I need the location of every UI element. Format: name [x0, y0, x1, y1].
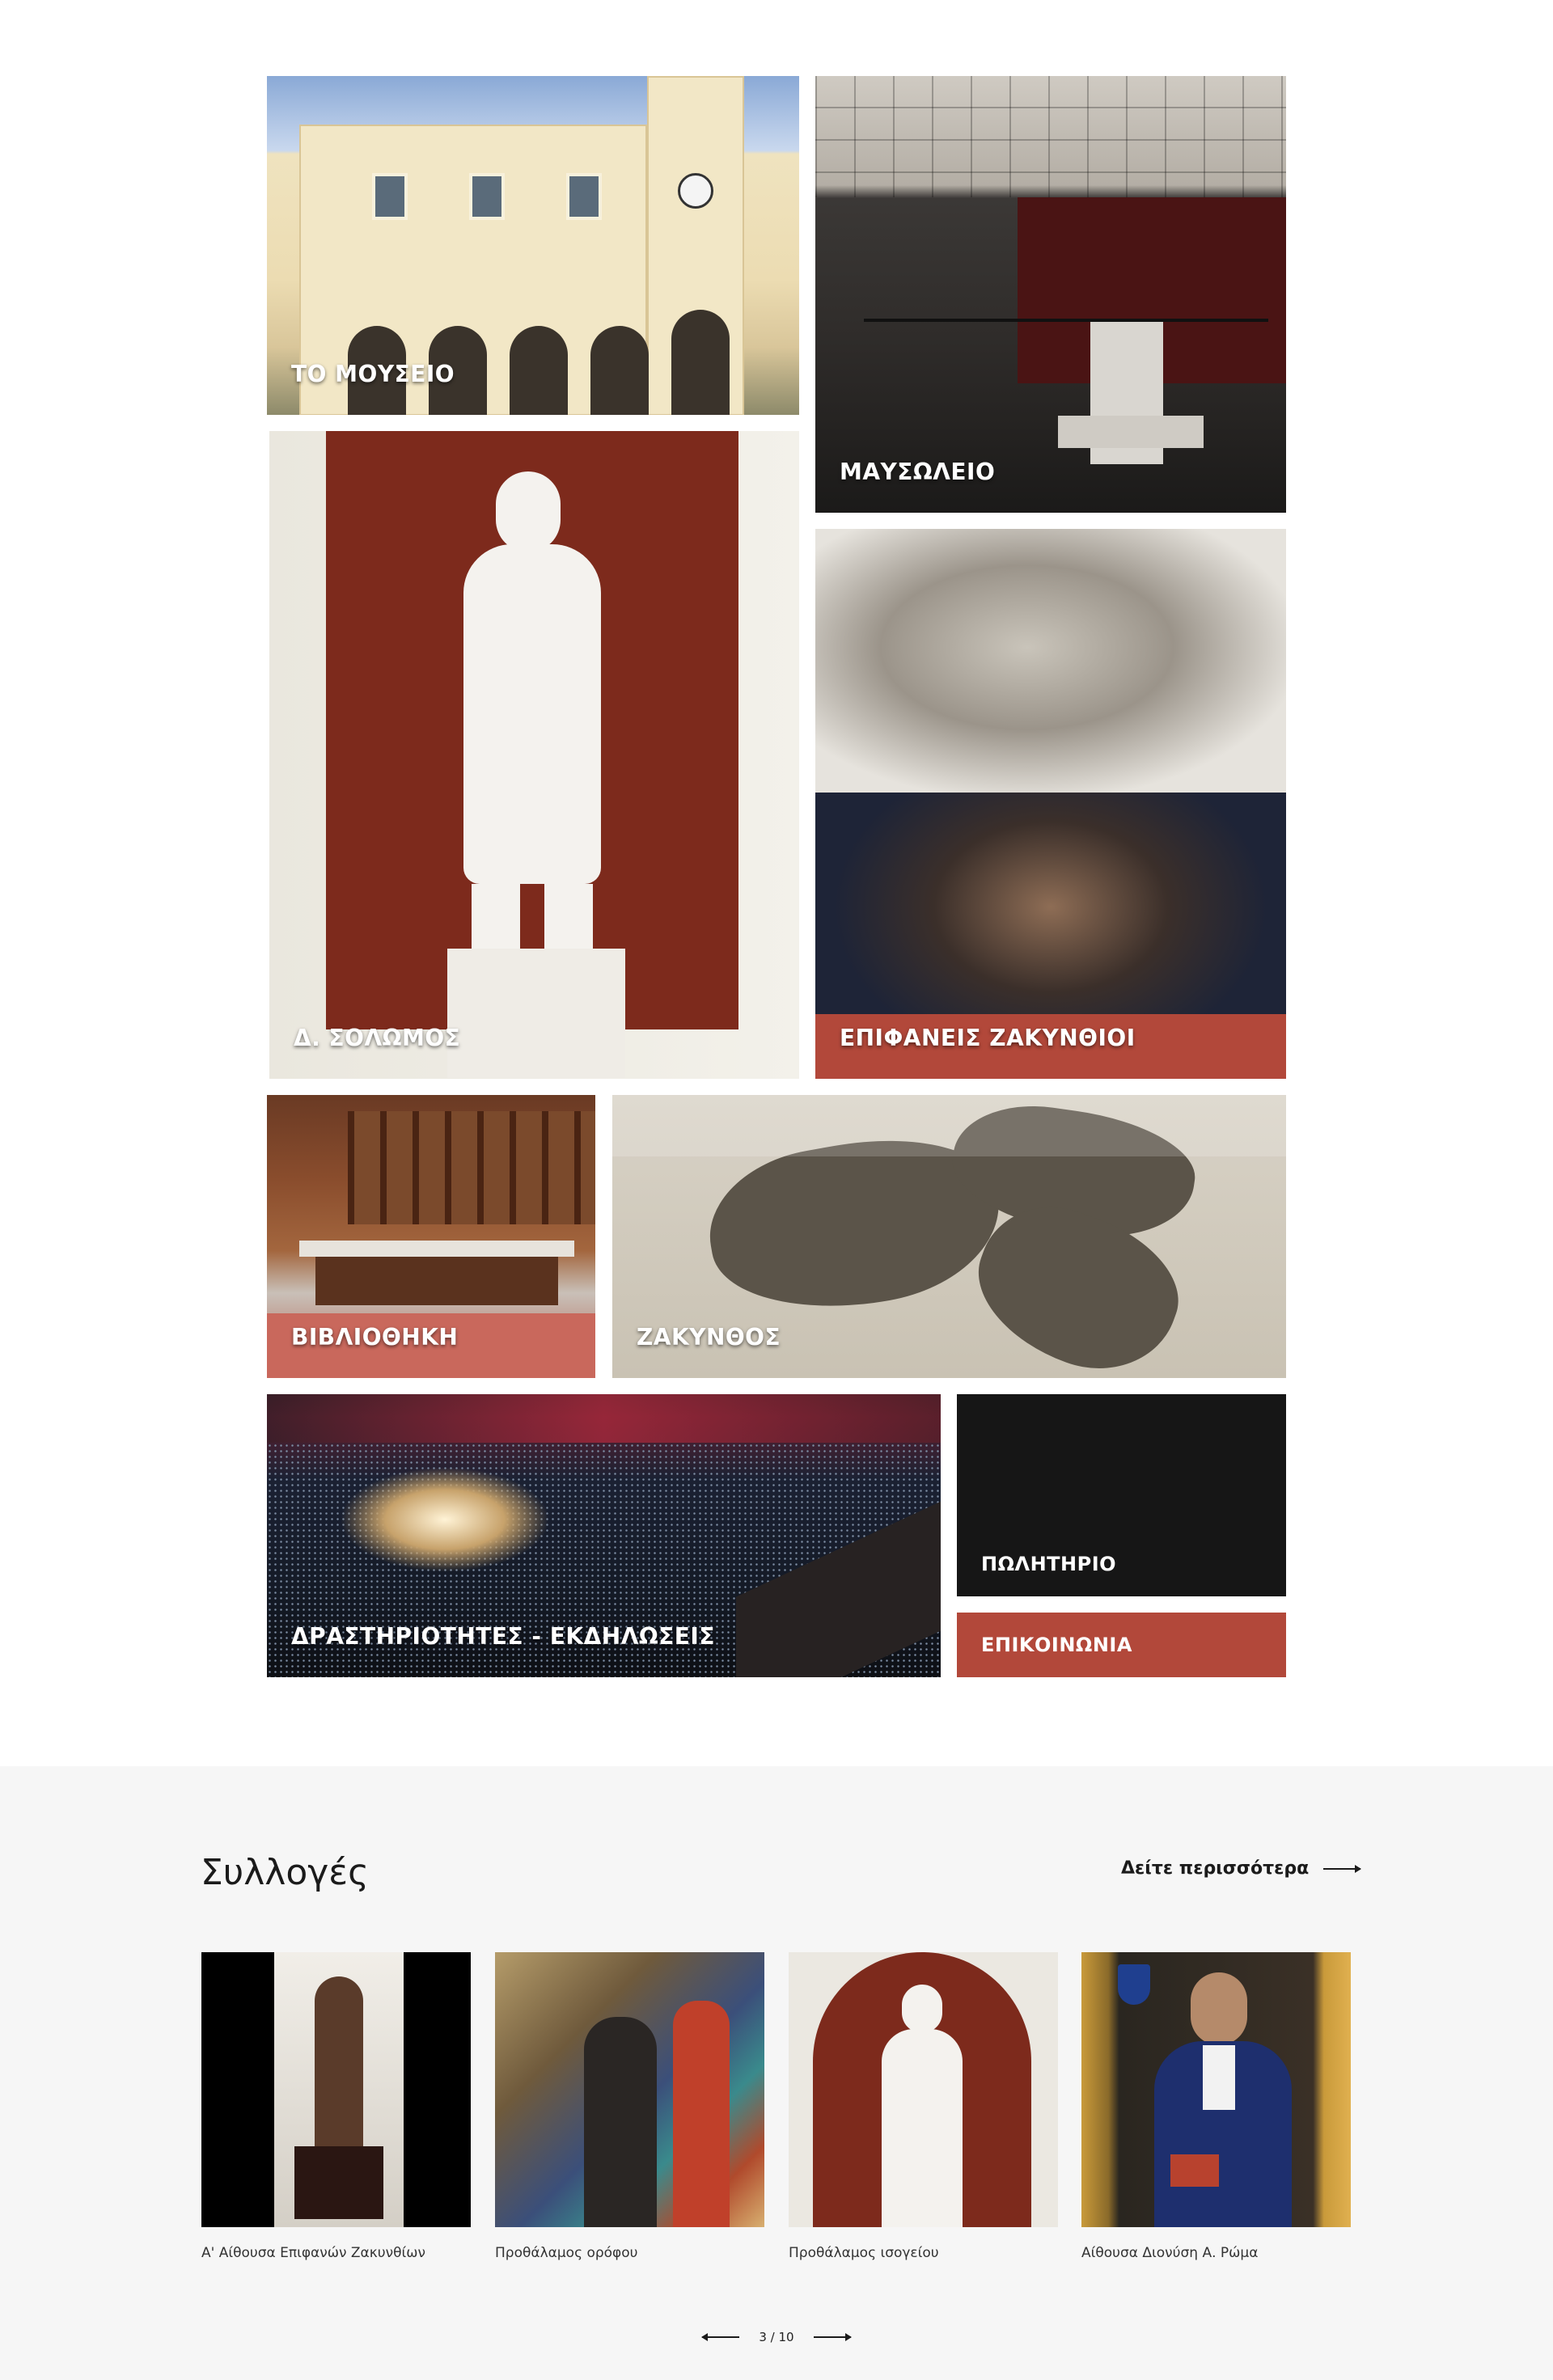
tile-events[interactable]: ΔΡΑΣΤΗΡΙΟΤΗΤΕΣ - ΕΚΔΗΛΩΣΕΙΣ [267, 1394, 941, 1677]
collection-thumb [789, 1952, 1058, 2227]
tile-notable-people-label: ΕΠΙΦΑΝΕΙΣ ΖΑΚΥΝΘΙΟΙ [840, 1025, 1136, 1051]
collection-card[interactable]: Α' Αίθουσα Επιφανών Ζακυνθίων [201, 1952, 471, 2261]
arrow-right-icon [1323, 1864, 1362, 1873]
collections-title: Συλλογές [201, 1852, 369, 1893]
tile-solomos-label: Δ. ΣΟΛΩΜΟΣ [294, 1025, 461, 1051]
tile-museum[interactable]: ΤΟ ΜΟΥΣΕΙΟ [267, 76, 799, 415]
collection-thumb [1081, 1952, 1351, 2227]
see-more-link[interactable]: Δείτε περισσότερα [1121, 1858, 1362, 1879]
solomos-statue-image [269, 431, 799, 1079]
tile-events-label: ΔΡΑΣΤΗΡΙΟΤΗΤΕΣ - ΕΚΔΗΛΩΣΕΙΣ [291, 1623, 715, 1650]
collection-caption: Αίθουσα Διονύση Α. Ρώμα [1081, 2245, 1259, 2261]
mausoleum-image [815, 76, 1286, 513]
collection-card[interactable]: Προθάλαμος ορόφου [495, 1952, 764, 2261]
collections-section: Συλλογές Δείτε περισσότερα Α' Αίθουσα Επ… [0, 1766, 1553, 2380]
collection-card[interactable]: Προθάλαμος ισογείου [789, 1952, 1058, 2261]
tile-mausoleum[interactable]: ΜΑΥΣΩΛΕΙΟ [815, 76, 1286, 513]
collection-caption: Προθάλαμος ισογείου [789, 2245, 939, 2261]
carousel-pager: 3 / 10 [0, 2330, 1553, 2344]
arrow-left-icon[interactable] [701, 2333, 740, 2341]
collection-card[interactable]: Αίθουσα Διονύση Α. Ρώμα [1081, 1952, 1351, 2261]
collection-caption: Προθάλαμος ορόφου [495, 2245, 638, 2261]
tile-notable-people[interactable]: ΕΠΙΦΑΝΕΙΣ ΖΑΚΥΝΘΙΟΙ [815, 529, 1286, 1079]
tile-mausoleum-label: ΜΑΥΣΩΛΕΙΟ [840, 459, 996, 485]
portrait-man-image [815, 529, 1286, 793]
tile-shop-label: ΠΩΛΗΤΗΡΙΟ [981, 1553, 1117, 1575]
tile-contact-label: ΕΠΙΚΟΙΝΩΝΙΑ [981, 1634, 1132, 1656]
collection-caption: Α' Αίθουσα Επιφανών Ζακυνθίων [201, 2245, 425, 2261]
tile-library-label: ΒΙΒΛΙΟΘΗΚΗ [291, 1324, 459, 1351]
tile-museum-label: ΤΟ ΜΟΥΣΕΙΟ [291, 361, 455, 387]
tile-shop[interactable]: ΠΩΛΗΤΗΡΙΟ [957, 1394, 1286, 1596]
arrow-right-icon[interactable] [813, 2333, 852, 2341]
tile-library[interactable]: ΒΙΒΛΙΟΘΗΚΗ [267, 1095, 595, 1378]
pager-count: 3 / 10 [759, 2330, 794, 2344]
collection-thumb [201, 1952, 471, 2227]
see-more-label: Δείτε περισσότερα [1121, 1858, 1310, 1879]
tile-contact[interactable]: ΕΠΙΚΟΙΝΩΝΙΑ [957, 1613, 1286, 1677]
tile-zakynthos-label: ΖΑΚΥΝΘΟΣ [637, 1324, 781, 1351]
tile-solomos[interactable]: Δ. ΣΟΛΩΜΟΣ [269, 431, 799, 1079]
tile-zakynthos[interactable]: ΖΑΚΥΝΘΟΣ [612, 1095, 1286, 1378]
collection-thumb [495, 1952, 764, 2227]
